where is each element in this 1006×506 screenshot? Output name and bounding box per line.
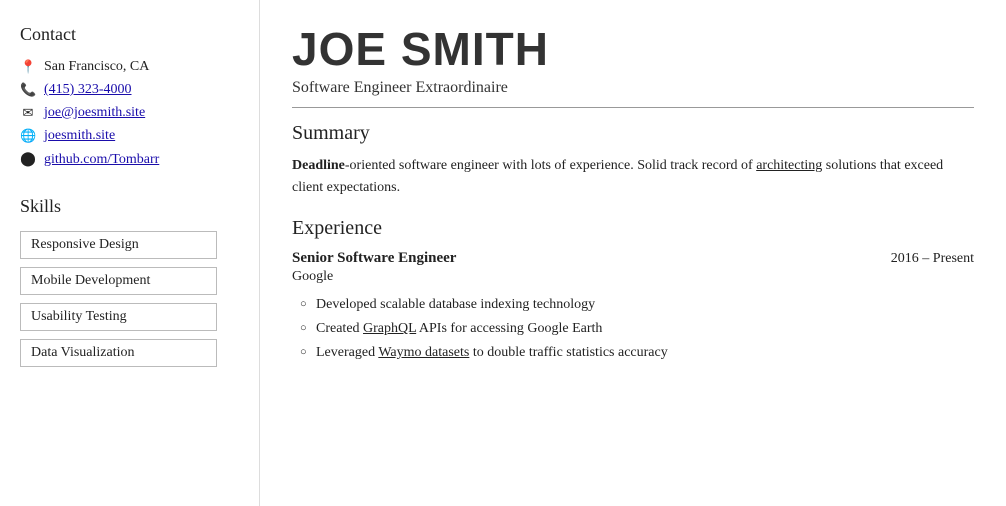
summary-underline-word: architecting <box>756 158 822 173</box>
list-item: ⬤ github.com/Tombarr <box>20 151 239 168</box>
skill-badge: Data Visualization <box>20 339 217 367</box>
phone-link[interactable]: (415) 323-4000 <box>44 82 132 98</box>
job-dates: 2016 – Present <box>891 251 974 267</box>
skills-heading: Skills <box>20 196 239 217</box>
bullet-text: Leveraged Waymo datasets to double traff… <box>316 345 668 360</box>
skill-badge: Usability Testing <box>20 303 217 331</box>
summary-text-part2: -oriented software engineer with lots of… <box>345 158 756 173</box>
list-item: ✉ joe@joesmith.site <box>20 105 239 121</box>
email-link[interactable]: joe@joesmith.site <box>44 105 145 121</box>
candidate-subtitle: Software Engineer Extraordinaire <box>292 79 974 97</box>
list-item: Created GraphQL APIs for accessing Googl… <box>300 317 974 341</box>
candidate-name: JOE SMITH <box>292 24 974 75</box>
summary-heading: Summary <box>292 122 974 145</box>
graphql-underline: GraphQL <box>363 321 416 336</box>
skills-section: Skills Responsive Design Mobile Developm… <box>20 196 239 375</box>
page-container: Contact 📍 San Francisco, CA 📞 (415) 323-… <box>0 0 1006 506</box>
list-item: 🌐 joesmith.site <box>20 128 239 144</box>
main-content: JOE SMITH Software Engineer Extraordinai… <box>260 0 1006 506</box>
github-link[interactable]: github.com/Tombarr <box>44 152 159 168</box>
job-title: Senior Software Engineer <box>292 250 456 267</box>
job-header: Senior Software Engineer 2016 – Present <box>292 250 974 267</box>
bullet-text: Developed scalable database indexing tec… <box>316 297 595 312</box>
summary-text: Deadline-oriented software engineer with… <box>292 155 974 200</box>
github-icon: ⬤ <box>20 151 36 168</box>
contact-heading: Contact <box>20 24 239 45</box>
contact-list: 📍 San Francisco, CA 📞 (415) 323-4000 ✉ j… <box>20 59 239 168</box>
email-icon: ✉ <box>20 105 36 121</box>
experience-heading: Experience <box>292 217 974 240</box>
phone-icon: 📞 <box>20 82 36 98</box>
location-icon: 📍 <box>20 59 36 75</box>
list-item: Developed scalable database indexing tec… <box>300 293 974 317</box>
bold-deadline: Deadline <box>292 158 345 173</box>
job-bullets-list: Developed scalable database indexing tec… <box>292 293 974 364</box>
skill-badge: Mobile Development <box>20 267 217 295</box>
header-divider <box>292 107 974 108</box>
skill-badge: Responsive Design <box>20 231 217 259</box>
sidebar: Contact 📍 San Francisco, CA 📞 (415) 323-… <box>0 0 260 506</box>
bullet-text: Created GraphQL APIs for accessing Googl… <box>316 321 602 336</box>
job-company: Google <box>292 269 974 285</box>
waymo-underline: Waymo datasets <box>378 345 469 360</box>
list-item: 📞 (415) 323-4000 <box>20 82 239 98</box>
list-item: Leveraged Waymo datasets to double traff… <box>300 341 974 365</box>
list-item: 📍 San Francisco, CA <box>20 59 239 75</box>
experience-section: Experience Senior Software Engineer 2016… <box>292 217 974 364</box>
contact-location: San Francisco, CA <box>44 59 149 75</box>
website-link[interactable]: joesmith.site <box>44 128 115 144</box>
globe-icon: 🌐 <box>20 128 36 144</box>
